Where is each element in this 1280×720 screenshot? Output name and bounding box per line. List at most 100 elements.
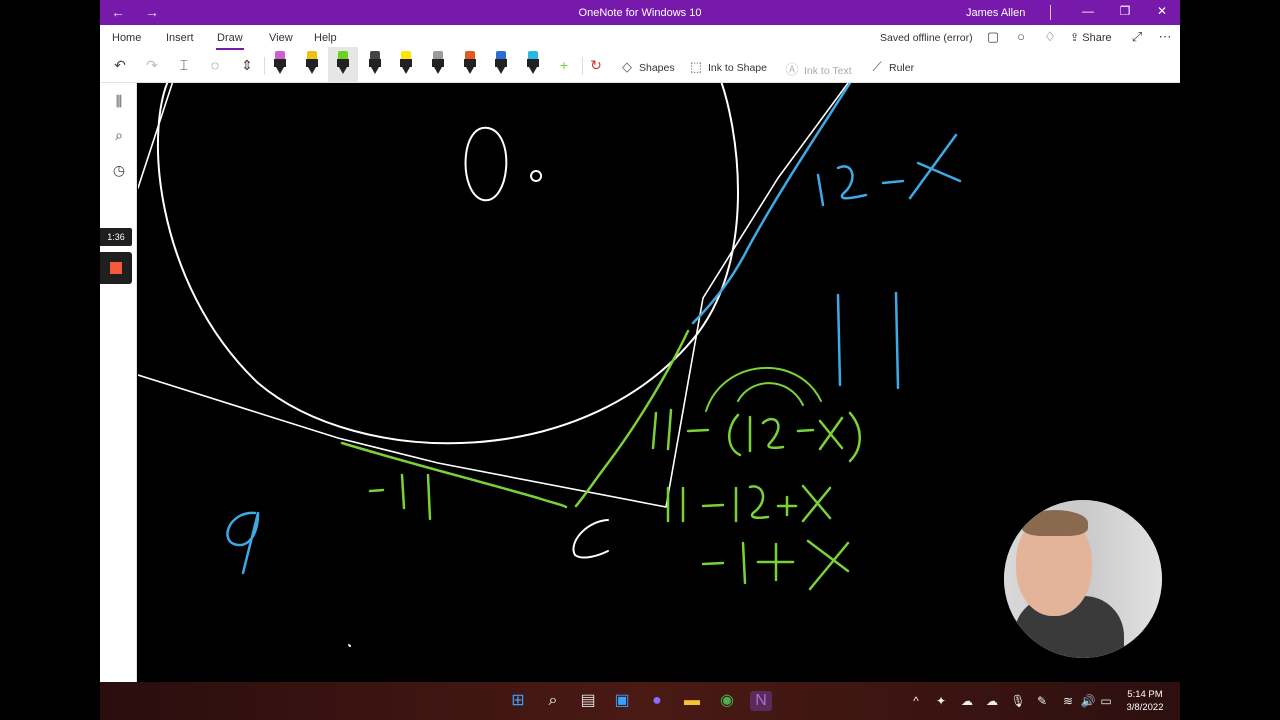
minimize-button[interactable]: — — [1078, 4, 1098, 18]
lasso-select-icon[interactable]: ◌ — [204, 55, 226, 77]
pen-body — [400, 59, 413, 67]
pen-7[interactable] — [462, 51, 478, 77]
ink-to-shape-button[interactable]: ⬚ Ink to Shape — [688, 59, 767, 75]
blue-11 — [836, 291, 900, 390]
pen-9[interactable] — [525, 51, 541, 77]
green-expr3 — [701, 539, 850, 591]
dropbox-icon[interactable]: ✦ — [933, 694, 949, 708]
bell-icon[interactable]: ♢ — [1041, 29, 1059, 45]
notebook-icon[interactable]: ▢ — [984, 29, 1002, 45]
pen-tip — [276, 67, 284, 74]
volume-icon[interactable]: 🔊 — [1080, 694, 1096, 708]
share-button[interactable]: ⇪ Share — [1070, 31, 1112, 44]
search-icon[interactable]: ⌕ — [110, 127, 128, 144]
tray-chevron-icon[interactable]: ^ — [908, 694, 924, 708]
stop-recording-button[interactable] — [100, 252, 132, 284]
notebooks-icon[interactable]: ⫼ — [110, 93, 128, 110]
presenter-hair — [1022, 510, 1088, 536]
search-taskbar-icon[interactable]: ⌕ — [542, 691, 564, 711]
pen-tip — [528, 67, 537, 74]
pen-body — [495, 59, 508, 67]
share-icon: ⇪ — [1070, 32, 1083, 44]
onenote-taskbar-icon[interactable]: N — [750, 691, 772, 711]
wifi-icon[interactable]: ≋ — [1060, 694, 1076, 708]
ruler-button[interactable]: ⟋ Ruler — [869, 59, 914, 75]
lightbulb-icon[interactable]: ○ — [1012, 29, 1030, 44]
pen-body — [274, 59, 286, 67]
clock-time: 5:14 PM — [1127, 689, 1163, 700]
label-o — [464, 126, 508, 202]
pen-1[interactable] — [272, 51, 288, 77]
blue-x — [908, 133, 962, 200]
taskbar: ⊞ ⌕ ▤ ▣ ● ▬ ◉ N ^ ✦ ☁ ☁ 🎙 ✎ ≋ 🔊 ▭ 5:14 P… — [100, 682, 1180, 720]
stray-dot — [348, 644, 351, 647]
onedrive-icon[interactable]: ☁ — [959, 694, 975, 708]
close-button[interactable]: ✕ — [1152, 4, 1172, 18]
tangent-right — [665, 83, 849, 508]
chrome-icon[interactable]: ◉ — [716, 691, 738, 711]
divider — [264, 57, 265, 75]
pen-8[interactable] — [493, 51, 509, 77]
shapes-button[interactable]: ◇ Shapes — [619, 59, 675, 75]
ink-to-text-label: Ink to Text — [804, 65, 852, 77]
tab-help[interactable]: Help — [314, 32, 337, 44]
pen-5[interactable] — [398, 51, 414, 77]
add-pen-button[interactable]: + — [553, 55, 575, 77]
pen-body — [526, 59, 539, 67]
blue-12 — [816, 165, 868, 207]
recent-icon[interactable]: ◷ — [110, 162, 128, 179]
title-separator — [1050, 5, 1051, 20]
shapes-icon: ◇ — [622, 59, 632, 74]
type-select-icon[interactable]: ⌶ — [173, 55, 195, 77]
webcam-overlay — [1004, 500, 1162, 658]
undo-icon[interactable]: ↶ — [109, 55, 131, 77]
point-o — [530, 170, 543, 182]
pen-tip — [402, 67, 411, 74]
pen-6[interactable] — [430, 51, 446, 77]
pen-body — [432, 59, 444, 67]
ribbon: Home Insert Draw View Help Saved offline… — [100, 25, 1180, 83]
file-icon[interactable]: ▤ — [577, 691, 599, 711]
ink-to-text-button[interactable]: Ⓐ Ink to Text — [784, 59, 852, 78]
tab-insert[interactable]: Insert — [166, 32, 194, 44]
ink-to-shape-label: Ink to Shape — [708, 62, 767, 74]
pen-2[interactable] — [304, 51, 320, 77]
tab-home[interactable]: Home — [112, 32, 141, 44]
more-options-icon[interactable]: ⋯ — [1156, 29, 1174, 45]
system-clock[interactable]: 5:14 PM 3/8/2022 — [1120, 688, 1170, 714]
tab-draw[interactable]: Draw — [216, 32, 244, 50]
cloud-icon[interactable]: ☁ — [984, 694, 1000, 708]
windows-start-icon[interactable]: ⊞ — [507, 691, 529, 711]
pen-tip — [370, 67, 379, 74]
user-name[interactable]: James Allen — [966, 7, 1025, 19]
pen-4[interactable] — [367, 51, 383, 77]
ink-replay-icon[interactable]: ↻ — [585, 55, 607, 77]
ruler-icon: ⟋ — [872, 59, 882, 74]
ink-to-text-icon: Ⓐ — [785, 62, 799, 77]
maximize-button[interactable]: ❐ — [1115, 4, 1135, 18]
pen-3[interactable] — [335, 51, 351, 77]
fullscreen-icon[interactable]: ⤢ — [1128, 29, 1146, 45]
redo-icon[interactable]: ↷ — [141, 55, 163, 77]
pen-tip — [307, 67, 316, 74]
blue-dash — [881, 179, 905, 185]
battery-icon[interactable]: ▭ — [1098, 694, 1114, 708]
add-space-icon[interactable]: ⇕ — [236, 55, 258, 77]
save-status[interactable]: Saved offline (error) — [880, 32, 973, 44]
pen-tip — [434, 67, 442, 74]
label-c — [572, 519, 609, 559]
pen-tray-icon[interactable]: ✎ — [1034, 694, 1050, 708]
widgets-icon[interactable]: ▣ — [611, 691, 633, 711]
ruler-label: Ruler — [889, 62, 915, 74]
green-expr1 — [651, 408, 861, 463]
divider — [582, 57, 583, 75]
pen-tip — [465, 67, 474, 74]
screen: ← → OneNote for Windows 10 James Allen —… — [0, 0, 1280, 720]
file-explorer-icon[interactable]: ▬ — [681, 691, 703, 711]
tangent-left — [138, 83, 174, 189]
microphone-icon[interactable]: 🎙 — [1010, 694, 1026, 708]
share-label: Share — [1082, 32, 1112, 44]
shapes-label: Shapes — [639, 62, 675, 74]
tab-view[interactable]: View — [269, 32, 293, 44]
chat-icon[interactable]: ● — [646, 691, 668, 711]
